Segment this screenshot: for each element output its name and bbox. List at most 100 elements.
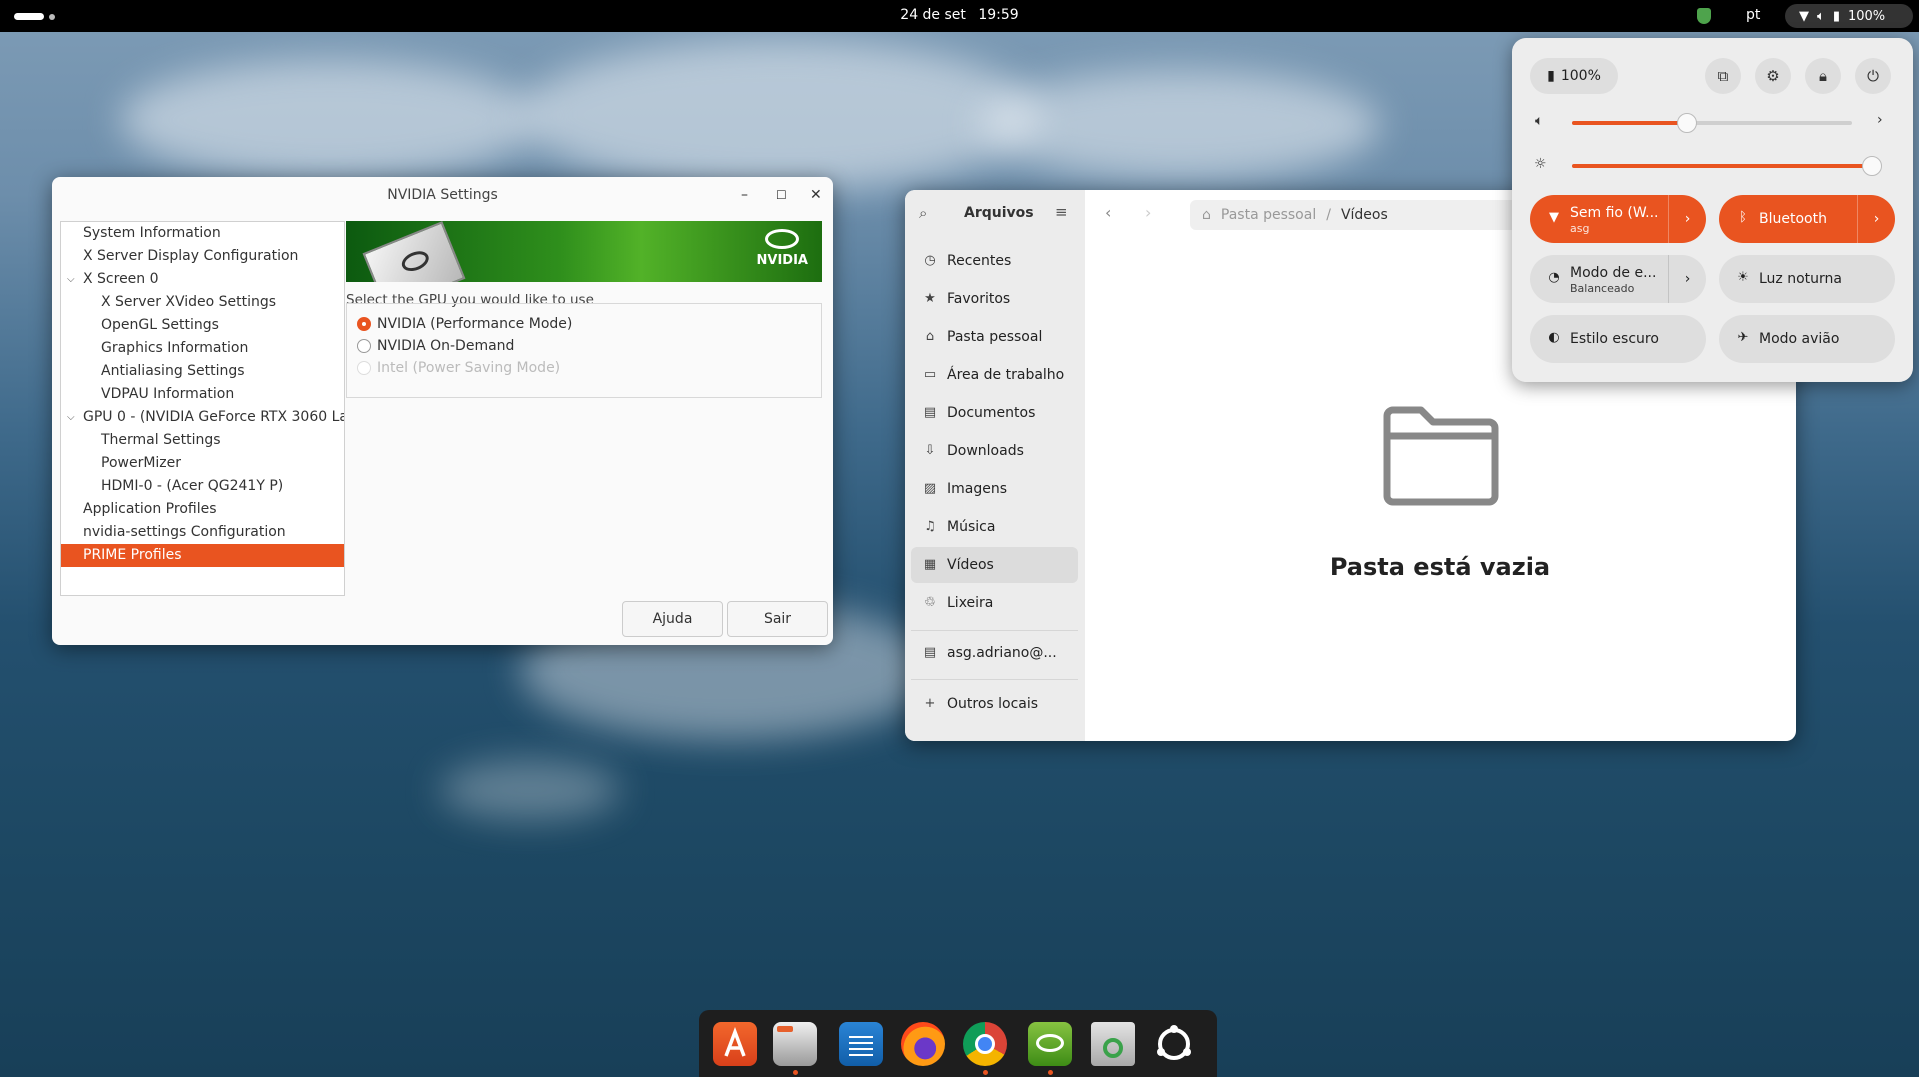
files-app-icon[interactable] [773,1022,817,1066]
app-center-icon[interactable] [713,1022,757,1066]
gpu-option[interactable]: NVIDIA On-Demand [357,338,514,354]
tree-item[interactable]: ⌵ GPU 0 - (NVIDIA GeForce RTX 3060 Laptop [61,406,344,429]
lock-icon[interactable]: 🔒︎ [1805,58,1841,94]
maximize-button[interactable]: ☐ [776,177,787,213]
quick-toggle[interactable]: ◔ Modo de e... Balanceado › [1530,255,1706,303]
sidebar-separator [911,630,1078,631]
tree-item[interactable]: PowerMizer [61,452,344,475]
tree-item[interactable]: Graphics Information [61,337,344,360]
battery-percent: 100% [1560,68,1601,84]
quick-toggle[interactable]: ◐ Estilo escuro [1530,315,1706,363]
window-titlebar[interactable]: NVIDIA Settings – ☐ ✕ [52,177,833,213]
battery-button[interactable]: ▮ 100% [1530,58,1618,94]
tree-item[interactable]: HDMI-0 - (Acer QG241Y P) [61,475,344,498]
tree-item[interactable]: Antialiasing Settings [61,360,344,383]
quick-toggle-label: Sem fio (W... asg [1570,205,1658,237]
chevron-down-icon[interactable]: ⌵ [67,268,75,291]
empty-folder-icon [1383,406,1499,506]
firefox-icon[interactable] [901,1022,945,1066]
system-status-area[interactable]: ▼ 🔈︎ ▮ 100% [1785,4,1913,28]
airplane-icon: ✈ [1737,330,1749,345]
quick-toggle-title: Sem fio (W... [1570,205,1659,221]
bluetooth-icon: ᛒ [1739,210,1747,225]
chevron-down-icon[interactable]: ⌵ [67,406,75,429]
quick-toggle-title: Estilo escuro [1570,331,1659,347]
image-icon: ▨ [923,481,937,496]
video-icon: ▦ [923,557,937,572]
chevron-right-icon[interactable]: › [1668,195,1706,243]
plus-icon: + [924,696,936,711]
brightness-slider-handle[interactable] [1862,156,1882,176]
trash-icon[interactable] [1091,1022,1135,1066]
sidebar-item-label: Lixeira [947,595,994,611]
tree-item[interactable]: X Server Display Configuration [61,245,344,268]
brightness-fill [1572,164,1872,168]
quick-toggle[interactable]: ᛒ Bluetooth › [1719,195,1895,243]
chevron-right-icon[interactable]: › [1857,195,1895,243]
gpu-option-label: NVIDIA On-Demand [377,338,515,354]
tree-item[interactable]: ⌵ X Screen 0 [61,268,344,291]
menu-icon[interactable]: ≡ [1055,203,1068,221]
sidebar-item[interactable]: ⌂ Pasta pessoal [911,319,1078,355]
tree-item[interactable]: Application Profiles [61,498,344,521]
volume-slider-handle[interactable] [1676,113,1697,133]
sidebar-item[interactable]: ♫ Música [911,509,1078,545]
tree-item[interactable]: VDPAU Information [61,383,344,406]
tree-item[interactable]: PRIME Profiles [61,544,344,567]
sidebar-item[interactable]: ▭ Área de trabalho [911,357,1078,393]
minimize-button[interactable]: – [741,177,748,213]
tree-item-label: HDMI-0 - (Acer QG241Y P) [101,478,284,494]
tree-item[interactable]: OpenGL Settings [61,314,344,337]
tree-item-label: X Screen 0 [83,271,159,287]
shield-icon[interactable] [1697,8,1711,24]
forward-icon[interactable]: › [1145,203,1151,222]
gpu-option[interactable]: NVIDIA (Performance Mode) [357,316,572,332]
sidebar-item-other-locations[interactable]: + Outros locais [911,686,1078,722]
clock[interactable]: 24 de set 19:59 [0,7,1919,23]
back-icon[interactable]: ‹ [1105,203,1111,222]
quick-toggle[interactable]: ✈ Modo avião [1719,315,1895,363]
radio-button[interactable] [357,339,371,353]
volume-output-arrow-icon[interactable]: › [1877,112,1883,128]
close-button[interactable]: ✕ [810,177,822,213]
tree-item[interactable]: X Server XVideo Settings [61,291,344,314]
search-icon[interactable]: ⌕ [919,204,927,222]
tree-item-label: PowerMizer [101,455,182,471]
sidebar-item[interactable]: ▨ Imagens [911,471,1078,507]
nvidia-settings-icon[interactable] [1028,1022,1072,1066]
chrome-icon[interactable] [963,1022,1007,1066]
power-icon[interactable]: ⏻ [1855,58,1891,94]
radio-button[interactable] [357,317,371,331]
sidebar-item-label: Pasta pessoal [947,329,1043,345]
sidebar-item[interactable]: ◷ Recentes [911,243,1078,279]
tree-item-label: VDPAU Information [101,386,235,402]
sidebar-item-network[interactable]: ▤ asg.adriano@... [911,635,1078,671]
tree-item[interactable]: System Information [61,222,344,245]
quick-toggle[interactable]: ▼ Sem fio (W... asg › [1530,195,1706,243]
quick-toggle-label: Estilo escuro [1570,331,1659,347]
show-apps-icon[interactable] [1152,1022,1196,1066]
settings-icon[interactable]: ⚙ [1755,58,1791,94]
chevron-right-icon[interactable]: › [1668,255,1706,303]
tree-item-label: GPU 0 - (NVIDIA GeForce RTX 3060 Laptop [83,409,344,425]
sidebar-item[interactable]: ▤ Documentos [911,395,1078,431]
brightness-slider[interactable] [1572,164,1872,168]
tree-item[interactable]: nvidia-settings Configuration [61,521,344,544]
quick-toggle[interactable]: ☀ Luz noturna [1719,255,1895,303]
sidebar-item[interactable]: ★ Favoritos [911,281,1078,317]
writer-app-icon[interactable] [839,1022,883,1066]
nvidia-settings-window: NVIDIA Settings – ☐ ✕ System Information… [52,177,833,645]
quit-button[interactable]: Sair [727,601,828,637]
breadcrumb-current[interactable]: Vídeos [1341,207,1388,223]
language-indicator[interactable]: pt [1746,7,1760,23]
breadcrumb-home[interactable]: Pasta pessoal [1221,207,1316,223]
help-button[interactable]: Ajuda [622,601,723,637]
radio-button [357,361,371,375]
screenshot-icon[interactable]: ⧉ [1705,58,1741,94]
sidebar-item[interactable]: ⇩ Downloads [911,433,1078,469]
sidebar-item[interactable]: ♲ Lixeira [911,585,1078,621]
sidebar-item[interactable]: ▦ Vídeos [911,547,1078,583]
dark-style-icon: ◐ [1548,330,1560,345]
tree-item[interactable]: Thermal Settings [61,429,344,452]
volume-slider[interactable] [1572,121,1852,125]
